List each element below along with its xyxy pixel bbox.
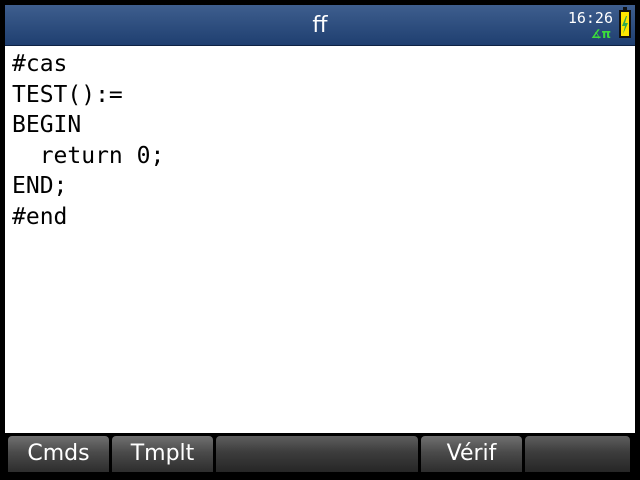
tmplt-softkey[interactable]: Tmplt [112,436,213,472]
title-bar: ff 16:26 ∡π [5,5,635,46]
code-line-3[interactable]: BEGIN [12,110,635,141]
clock: 16:26 [567,9,613,27]
code-line-6[interactable]: #end [12,202,635,233]
verif-softkey[interactable]: Vérif [421,436,522,472]
empty-softkey-2[interactable] [525,436,630,472]
program-title: ff [312,13,328,38]
code-line-5[interactable]: END; [12,171,635,202]
softkey-bar: Cmds Tmplt Vérif [5,433,635,475]
charging-bolt-icon [622,16,628,34]
program-editor[interactable]: #cas TEST():= BEGIN return 0; END; #end [5,49,635,434]
battery-charging-icon [619,7,631,38]
calculator-screen: ff 16:26 ∡π #cas TEST():= BEGIN return 0… [5,5,635,475]
code-line-1[interactable]: #cas [12,49,635,80]
code-line-4[interactable]: return 0; [12,141,635,172]
cmds-softkey[interactable]: Cmds [8,436,109,472]
angle-mode-indicator: ∡π [590,27,611,41]
code-line-2[interactable]: TEST():= [12,80,635,111]
empty-softkey-1[interactable] [216,436,418,472]
